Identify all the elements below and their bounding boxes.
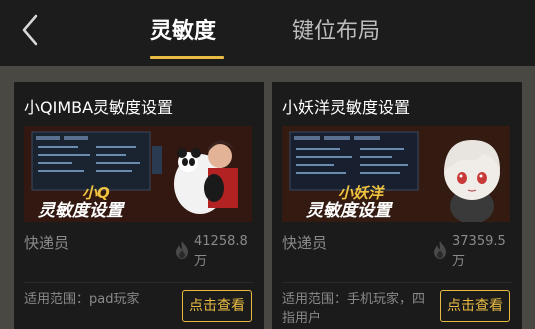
flame-icon — [434, 241, 446, 259]
view-count-text: 41258.8万 — [194, 234, 248, 269]
scope-text: 适用范围：pad玩家 — [24, 292, 140, 307]
divider — [282, 282, 512, 283]
card-thumbnail[interactable]: 小妖洋 灵敏度设置 — [282, 126, 510, 222]
back-icon[interactable] — [14, 10, 54, 50]
thumb-caption-bottom: 灵敏度设置 — [306, 201, 394, 221]
scope-text: 适用范围：手机玩家，四指用户 — [282, 292, 426, 326]
card-title: 小妖洋灵敏度设置 — [282, 98, 411, 117]
flame-icon — [176, 241, 188, 259]
view-count: 37359.5万 — [432, 232, 508, 272]
thumb-caption-top: 小Q — [82, 184, 110, 202]
view-button[interactable]: 点击查看 — [440, 290, 510, 322]
top-bar: 灵敏度 键位布局 — [0, 0, 535, 66]
sensitivity-card[interactable]: 小妖洋灵敏度设置 小妖洋 灵敏度设置 快递员 37359.5万 适用范围：手机玩… — [272, 82, 522, 329]
card-thumbnail[interactable]: 小Q 灵敏度设置 — [24, 126, 252, 222]
tab-key-layout[interactable]: 键位布局 — [292, 12, 380, 52]
sensitivity-card[interactable]: 小QIMBA灵敏度设置 小Q 灵敏度设置 快递员 41258.8万 适用范围：p… — [14, 82, 264, 329]
author-name: 快递员 — [282, 234, 328, 252]
active-tab-indicator — [150, 56, 224, 59]
card-title: 小QIMBA灵敏度设置 — [24, 98, 174, 117]
tab-sensitivity[interactable]: 灵敏度 — [150, 12, 216, 52]
view-button[interactable]: 点击查看 — [182, 290, 252, 322]
divider — [24, 282, 254, 283]
author-name: 快递员 — [24, 234, 70, 252]
thumb-caption-top: 小妖洋 — [338, 184, 385, 202]
app-root: 灵敏度 键位布局 小QIMBA灵敏度设置 小Q 灵敏度设置 快递员 41258.… — [0, 0, 535, 329]
thumb-caption-bottom: 灵敏度设置 — [38, 201, 126, 221]
view-count-text: 37359.5万 — [452, 234, 506, 269]
view-count: 41258.8万 — [174, 232, 250, 272]
